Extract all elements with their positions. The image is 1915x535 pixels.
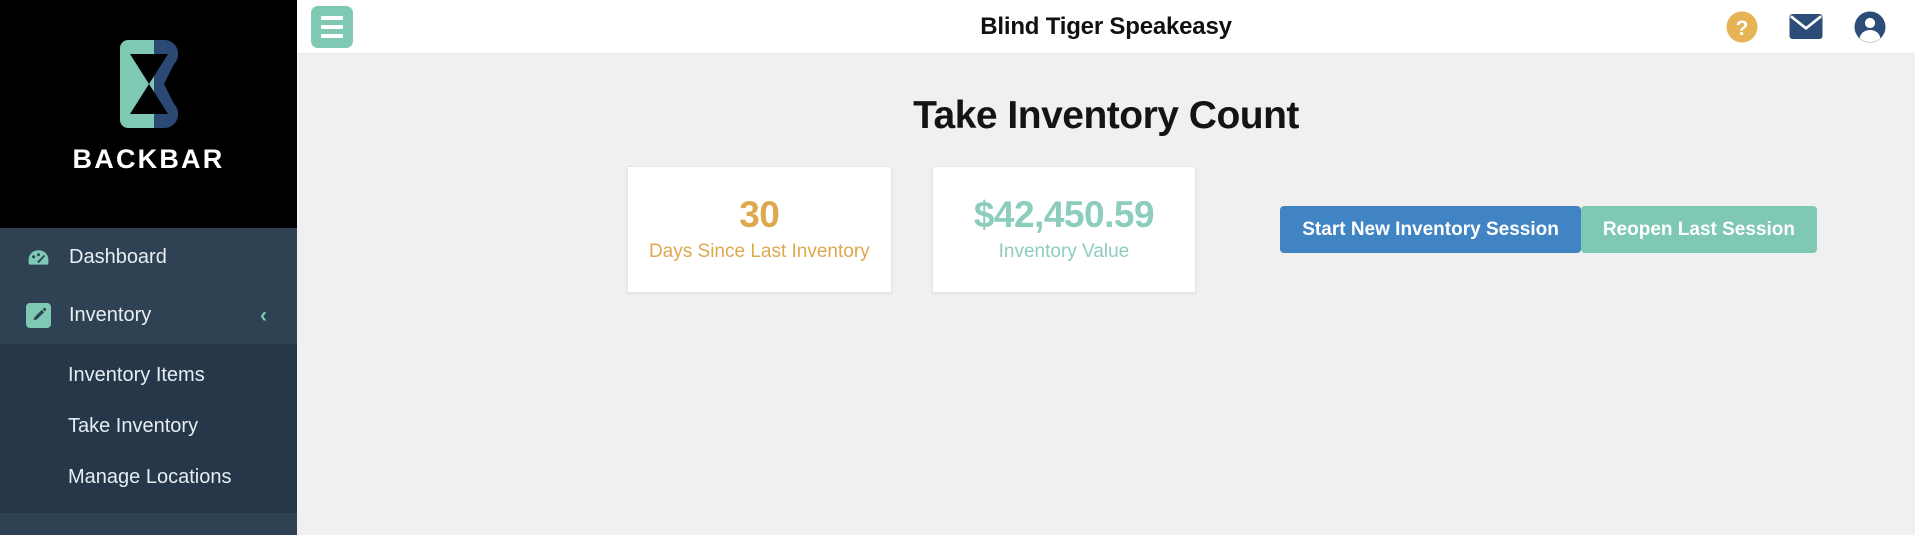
backbar-hourglass-logo-icon bbox=[119, 39, 178, 128]
start-new-inventory-session-button[interactable]: Start New Inventory Session bbox=[1280, 206, 1581, 253]
chevron-left-icon[interactable]: ‹ bbox=[260, 305, 267, 326]
stat-value: 30 bbox=[739, 194, 780, 236]
stat-label: Inventory Value bbox=[998, 240, 1130, 262]
sidebar-subitem-take-inventory[interactable]: Take Inventory bbox=[0, 401, 297, 452]
sidebar-brand[interactable]: BACKBAR bbox=[0, 0, 297, 228]
topbar-actions: ? bbox=[1725, 10, 1887, 44]
topbar: Blind Tiger Speakeasy ? bbox=[297, 0, 1915, 54]
stats-and-actions-row: 30 Days Since Last Inventory $42,450.59 … bbox=[337, 166, 1875, 293]
pencil-square-icon bbox=[26, 302, 51, 328]
sidebar-item-dashboard[interactable]: Dashboard bbox=[0, 228, 297, 286]
help-icon[interactable]: ? bbox=[1725, 10, 1759, 44]
content-area: Take Inventory Count 30 Days Since Last … bbox=[297, 54, 1915, 535]
stat-card-days-since-last-inventory: 30 Days Since Last Inventory bbox=[627, 166, 892, 293]
reopen-last-session-button[interactable]: Reopen Last Session bbox=[1580, 206, 1817, 253]
stat-label: Days Since Last Inventory bbox=[648, 240, 870, 262]
page-venue-title: Blind Tiger Speakeasy bbox=[980, 12, 1232, 40]
sidebar-subitem-inventory-items[interactable]: Inventory Items bbox=[0, 350, 297, 401]
user-account-icon[interactable] bbox=[1853, 10, 1887, 44]
page-title: Take Inventory Count bbox=[913, 94, 1299, 137]
hamburger-bar bbox=[321, 33, 343, 38]
sidebar: BACKBAR Dashboard Inventory ‹ Inventory … bbox=[0, 0, 297, 535]
hamburger-icon[interactable] bbox=[311, 5, 353, 48]
sidebar-item-inventory[interactable]: Inventory ‹ bbox=[0, 286, 297, 344]
sidebar-subitem-manage-locations[interactable]: Manage Locations bbox=[0, 452, 297, 503]
stat-value: $42,450.59 bbox=[973, 194, 1155, 236]
stat-card-inventory-value: $42,450.59 Inventory Value bbox=[931, 166, 1197, 293]
tachometer-icon bbox=[26, 245, 51, 270]
sidebar-nav: Dashboard Inventory ‹ Inventory Items Ta… bbox=[0, 228, 297, 513]
brand-name: BACKBAR bbox=[72, 143, 225, 174]
svg-text:?: ? bbox=[1736, 17, 1749, 40]
sidebar-item-label: Inventory bbox=[69, 303, 152, 326]
sidebar-item-label: Dashboard bbox=[69, 245, 167, 268]
mail-icon[interactable] bbox=[1789, 13, 1823, 40]
hamburger-bar bbox=[321, 15, 343, 20]
hamburger-bar bbox=[321, 24, 343, 29]
main-area: Blind Tiger Speakeasy ? Take Inventory C… bbox=[297, 0, 1915, 535]
sidebar-submenu-inventory: Inventory Items Take Inventory Manage Lo… bbox=[0, 344, 297, 513]
app-root: BACKBAR Dashboard Inventory ‹ Inventory … bbox=[0, 0, 1915, 535]
